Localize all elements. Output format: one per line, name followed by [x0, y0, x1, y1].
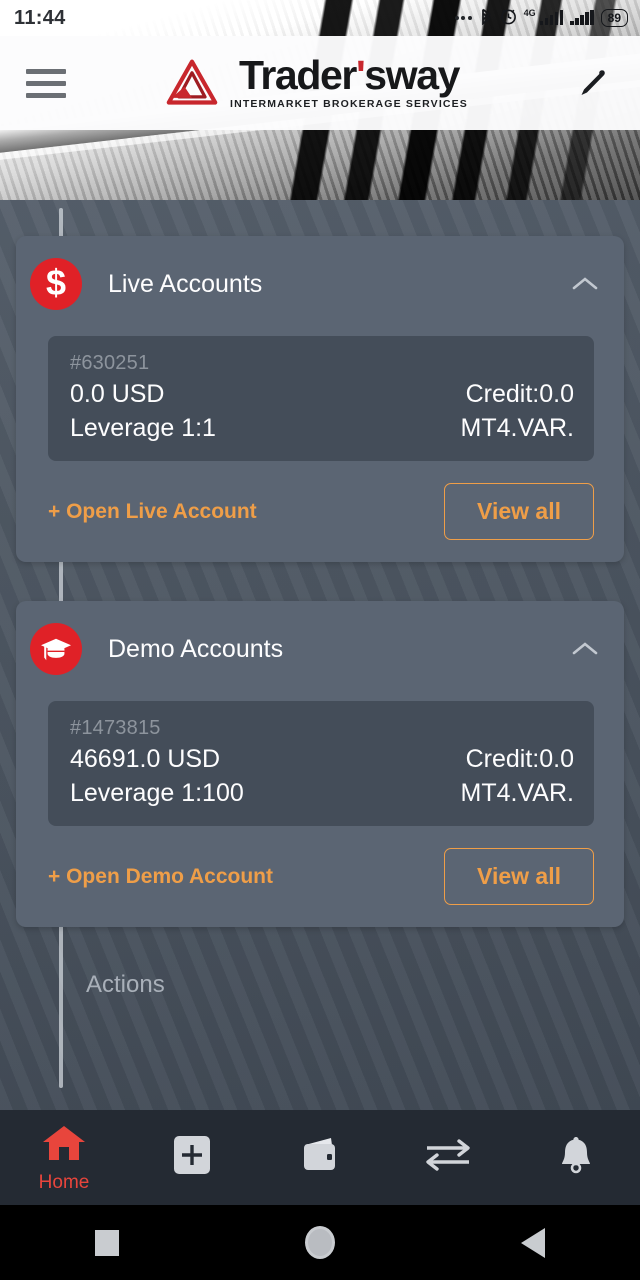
- demo-accounts-footer: + Open Demo Account View all: [16, 826, 624, 927]
- dots-icon: [454, 16, 472, 20]
- home-icon: [40, 1122, 88, 1169]
- demo-accounts-title: Demo Accounts: [108, 634, 284, 663]
- account-id: #630251: [70, 352, 150, 374]
- signal-bars-icon: [570, 10, 594, 25]
- demo-accounts-card: Demo Accounts #1473815 46691.0 USD Credi…: [16, 601, 624, 927]
- account-balance-row: 46691.0 USD Credit:0.0: [70, 745, 574, 774]
- account-balance: 46691.0 USD: [70, 745, 221, 773]
- bluetooth-icon: [479, 8, 493, 28]
- transfer-arrows-icon: [421, 1134, 475, 1181]
- android-system-nav: [0, 1205, 640, 1280]
- status-clock: 11:44: [14, 6, 66, 29]
- logo-wordmark: Trader'sway: [238, 52, 460, 99]
- alarm-icon: [500, 8, 517, 28]
- view-all-live-button[interactable]: View all: [444, 483, 594, 540]
- view-all-demo-button[interactable]: View all: [444, 848, 594, 905]
- nav-item-wallet[interactable]: [256, 1110, 384, 1205]
- actions-section-label: Actions: [86, 971, 165, 998]
- back-triangle-icon[interactable]: [473, 1227, 593, 1258]
- nav-label-home: Home: [38, 1171, 90, 1193]
- account-platform: MT4.VAR.: [460, 414, 574, 442]
- account-leverage: Leverage 1:100: [70, 779, 244, 807]
- demo-account-row[interactable]: #1473815 46691.0 USD Credit:0.0 Leverage…: [48, 701, 594, 826]
- dashboard-body: $ Live Accounts #630251 0.0 USD Credit:0…: [0, 200, 640, 1110]
- account-balance-row: 0.0 USD Credit:0.0: [70, 380, 574, 409]
- home-circle-icon[interactable]: [260, 1226, 380, 1259]
- plus-square-icon: [171, 1133, 213, 1182]
- chevron-up-icon[interactable]: [568, 632, 602, 666]
- pencil-icon[interactable]: [572, 62, 614, 104]
- status-icons: 4G 89: [454, 8, 628, 28]
- live-accounts-header[interactable]: $ Live Accounts: [16, 236, 624, 320]
- nav-item-notifications[interactable]: [512, 1110, 640, 1205]
- demo-accounts-header[interactable]: Demo Accounts: [16, 601, 624, 685]
- status-bar: 11:44 4G 89: [0, 0, 640, 36]
- dollar-sign-icon: $: [30, 258, 82, 310]
- account-leverage-row: Leverage 1:100 MT4.VAR.: [70, 779, 574, 808]
- bell-icon: [556, 1133, 596, 1182]
- nav-item-add[interactable]: [128, 1110, 256, 1205]
- account-id: #1473815: [70, 717, 161, 739]
- network-type-label: 4G: [523, 8, 536, 18]
- nav-item-home[interactable]: Home: [0, 1110, 128, 1205]
- live-account-row[interactable]: #630251 0.0 USD Credit:0.0 Leverage 1:1 …: [48, 336, 594, 461]
- account-balance: 0.0 USD: [70, 380, 165, 408]
- logo-text: Trader'sway INTERMARKET BROKERAGE SERVIC…: [230, 52, 468, 110]
- open-live-account-link[interactable]: + Open Live Account: [48, 500, 257, 524]
- chevron-up-icon[interactable]: [568, 267, 602, 301]
- account-platform: MT4.VAR.: [460, 779, 574, 807]
- logo-tagline: INTERMARKET BROKERAGE SERVICES: [230, 97, 468, 110]
- triangle-logo-icon: [164, 57, 220, 109]
- app-header: Trader'sway INTERMARKET BROKERAGE SERVIC…: [0, 36, 640, 130]
- bottom-navigation-bar: Home: [0, 1110, 640, 1205]
- battery-percent: 89: [607, 11, 621, 25]
- wallet-icon: [297, 1134, 343, 1181]
- account-leverage-row: Leverage 1:1 MT4.VAR.: [70, 414, 574, 443]
- graduation-cap-icon: [30, 623, 82, 675]
- app-logo: Trader'sway INTERMARKET BROKERAGE SERVIC…: [164, 52, 468, 110]
- account-leverage: Leverage 1:1: [70, 414, 216, 442]
- account-credit: Credit:0.0: [465, 745, 574, 773]
- live-accounts-title: Live Accounts: [108, 269, 263, 298]
- hamburger-menu-icon[interactable]: [26, 68, 66, 98]
- account-credit: Credit:0.0: [465, 380, 574, 408]
- live-accounts-footer: + Open Live Account View all: [16, 461, 624, 562]
- live-accounts-card: $ Live Accounts #630251 0.0 USD Credit:0…: [16, 236, 624, 562]
- recents-square-icon[interactable]: [47, 1229, 167, 1256]
- open-demo-account-link[interactable]: + Open Demo Account: [48, 865, 273, 889]
- battery-icon: 89: [600, 9, 628, 27]
- nav-item-transfer[interactable]: [384, 1110, 512, 1205]
- signal-bars-icon: [539, 10, 564, 25]
